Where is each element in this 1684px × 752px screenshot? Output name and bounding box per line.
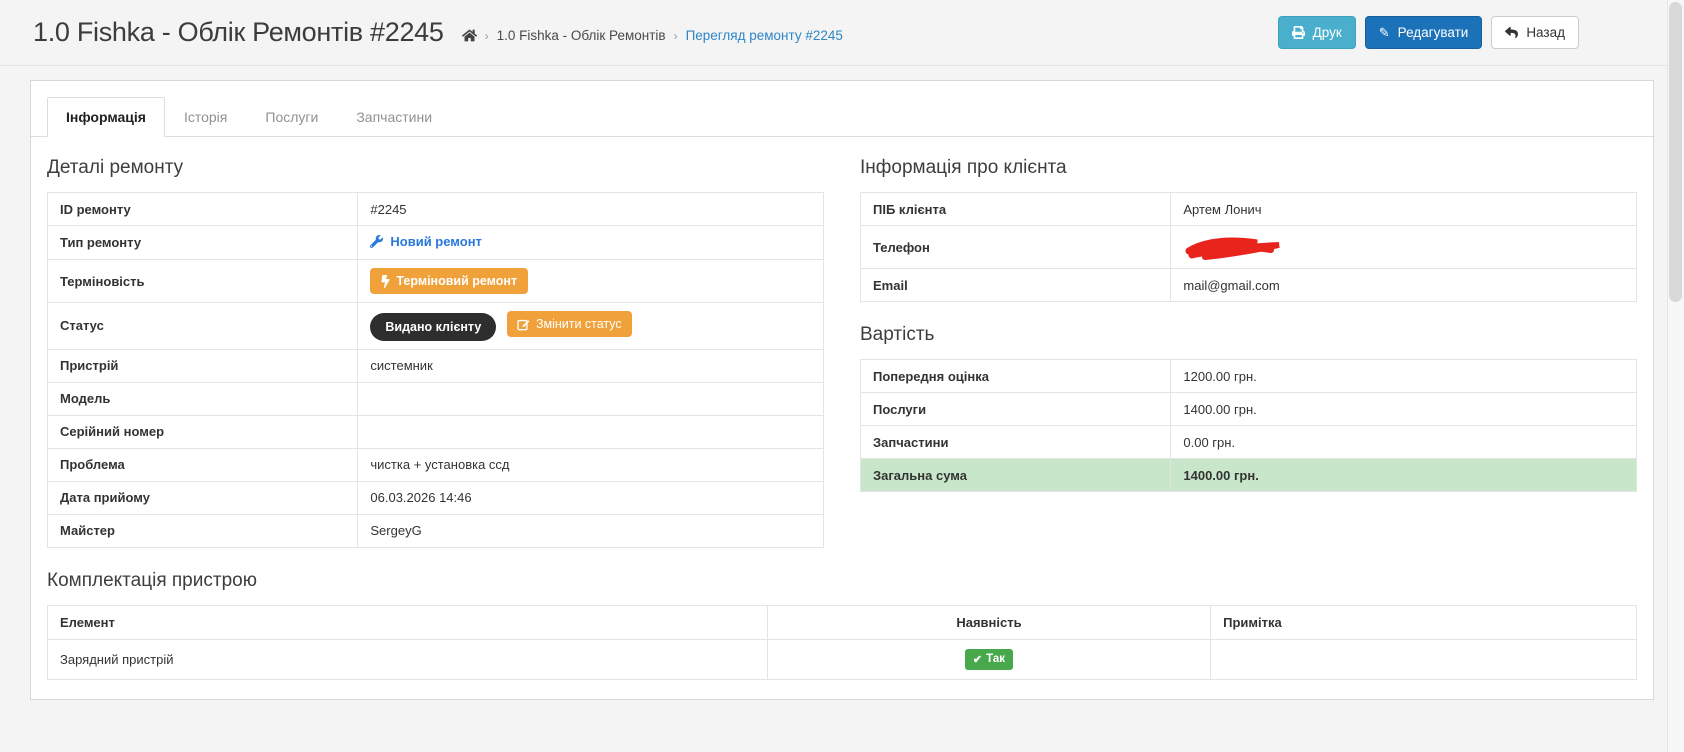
change-status-label: Змінити статус (535, 317, 622, 331)
cost-table: Попередня оцінка 1200.00 грн. Послуги 14… (859, 359, 1637, 492)
table-row: Статус Видано клієнту Змінити статус (46, 302, 824, 350)
check-icon: ✔ (972, 653, 983, 666)
repair-details-table: ID ремонту #2245 Тип ремонту Новий ремон… (46, 192, 824, 548)
client-info-heading: Інформація про клієнта (860, 157, 1067, 178)
equipment-header-row: Елемент Наявність Примітка (47, 604, 1637, 640)
table-row: Послуги 1400.00 грн. (859, 392, 1637, 426)
table-row: Попередня оцінка 1200.00 грн. (859, 359, 1637, 393)
tab-parts[interactable]: Запчастини (337, 97, 451, 137)
repair-details-section: Деталі ремонту ID ремонту #2245 Тип ремо… (46, 157, 824, 548)
equipment-element-cell: Зарядний пристрій (47, 638, 768, 680)
change-status-button[interactable]: Змінити статус (506, 311, 632, 337)
home-icon[interactable] (461, 28, 477, 43)
table-row: Майстер SergeyG (46, 513, 824, 548)
lightning-bolt-icon (381, 274, 390, 288)
table-row: Телефон (859, 225, 1637, 269)
table-row: Тип ремонту Новий ремонт (46, 225, 824, 260)
scrollbar-thumb[interactable] (1669, 2, 1682, 302)
client-info-table: ПІБ клієнта Артем Лонич Телефон Email ma… (859, 192, 1637, 302)
table-row: Проблема чистка + установка ссд (46, 447, 824, 482)
table-row: Модель (46, 381, 824, 416)
pencil-icon: ✎ (1378, 25, 1390, 40)
equipment-note-cell (1210, 638, 1637, 680)
equipment-row: Зарядний пристрій ✔ Так (47, 638, 1637, 680)
breadcrumb-separator: › (673, 28, 678, 43)
table-row: Терміновість Терміновий ремонт (46, 259, 824, 303)
printer-icon (1291, 26, 1305, 39)
edit-square-icon (517, 318, 530, 331)
cost-section: Вартість Попередня оцінка 1200.00 грн. П… (859, 324, 1637, 492)
repair-type-link[interactable]: Новий ремонт (370, 234, 482, 249)
table-row: Email mail@gmail.com (859, 268, 1637, 302)
availability-badge: ✔ Так (964, 648, 1014, 670)
column-header-note: Примітка (1210, 604, 1637, 640)
print-button[interactable]: Друк (1277, 15, 1356, 50)
wrench-icon (370, 235, 384, 248)
column-header-element: Елемент (47, 604, 768, 640)
repair-type-label: Новий ремонт (390, 234, 482, 249)
header-action-buttons: Друк ✎ Редагувати Назад (1277, 15, 1579, 50)
main-panel: Інформація Історія Послуги Запчастини Де… (30, 80, 1654, 700)
urgency-badge-label: Терміновий ремонт (396, 274, 518, 288)
equipment-section: Комплектація пристрою Елемент Наявність … (47, 570, 1637, 680)
column-header-availability: Наявність (766, 604, 1212, 640)
red-marker-scribble (1183, 234, 1624, 260)
table-row: Запчастини 0.00 грн. (859, 425, 1637, 459)
total-row: Загальна сума 1400.00 грн. (859, 458, 1637, 492)
table-row: ПІБ клієнта Артем Лонич (859, 192, 1637, 226)
urgency-badge: Терміновий ремонт (370, 268, 529, 294)
edit-button-label: Редагувати (1397, 24, 1469, 40)
back-button-label: Назад (1526, 24, 1565, 40)
page-title: 1.0 Fishka - Облік Ремонтів #2245 (33, 17, 444, 47)
scrollbar-track[interactable] (1667, 0, 1684, 752)
breadcrumb: › 1.0 Fishka - Облік Ремонтів › Перегляд… (461, 28, 843, 43)
tab-services[interactable]: Послуги (246, 97, 337, 137)
table-row: ID ремонту #2245 (46, 192, 824, 226)
tab-history[interactable]: Історія (165, 97, 246, 137)
reply-arrow-icon (1505, 26, 1519, 39)
tab-content: Деталі ремонту ID ремонту #2245 Тип ремо… (31, 137, 1653, 680)
table-row: Дата прийому 06.03.2026 14:46 (46, 480, 824, 515)
table-row: Пристрій системник (46, 348, 824, 383)
back-button[interactable]: Назад (1491, 15, 1579, 50)
equipment-heading: Комплектація пристрою (47, 569, 257, 591)
equipment-table: Елемент Наявність Примітка Зарядний прис… (47, 604, 1637, 680)
tab-information[interactable]: Інформація (47, 97, 165, 137)
top-header-bar: 1.0 Fishka - Облік Ремонтів #2245 › 1.0 … (0, 0, 1684, 66)
repair-details-heading: Деталі ремонту (47, 157, 184, 178)
table-row: Серійний номер (46, 414, 824, 449)
availability-badge-label: Так (986, 653, 1006, 665)
breadcrumb-separator: › (484, 28, 489, 43)
status-badge: Видано клієнту (370, 312, 497, 341)
breadcrumb-parent[interactable]: 1.0 Fishka - Облік Ремонтів (497, 28, 666, 43)
client-and-cost-section: Інформація про клієнта ПІБ клієнта Артем… (859, 157, 1637, 548)
tab-bar: Інформація Історія Послуги Запчастини (31, 81, 1653, 137)
print-button-label: Друк (1312, 24, 1342, 40)
cost-heading: Вартість (860, 324, 935, 345)
breadcrumb-current-link[interactable]: Перегляд ремонту #2245 (686, 28, 843, 43)
edit-button[interactable]: ✎ Редагувати (1364, 15, 1483, 50)
